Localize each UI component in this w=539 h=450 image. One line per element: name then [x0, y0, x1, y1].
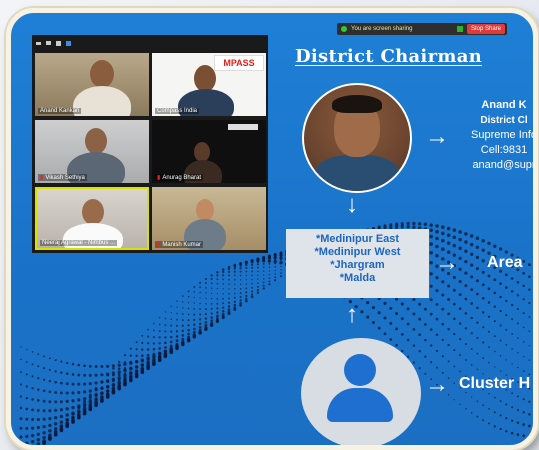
chairman-cell: Cell:9831 — [480, 144, 528, 156]
arrow-right-icon: → — [425, 123, 449, 150]
area-label: Area — [487, 254, 523, 271]
area-item: *Medinipur East — [315, 233, 400, 245]
gallery-toolbar — [32, 35, 272, 51]
area-item: *Medinipur West — [314, 246, 401, 258]
areas-box: *Medinipur East *Medinipur West *Jhargra… — [286, 229, 429, 298]
video-call-gallery: Anand Kankari MPASS Compass India ▮ Vikas… — [32, 35, 268, 253]
chairman-name: Anand K — [481, 99, 527, 111]
area-item: *Malda — [339, 272, 376, 284]
stop-share-button[interactable]: Stop Share — [466, 24, 505, 34]
muted-mic-icon: ▮ — [157, 175, 161, 181]
participant-name: Neeraj Agrawal - Nimbus ... — [40, 240, 118, 246]
sharing-status-icon — [341, 26, 347, 32]
arrow-down-icon: ↓ — [346, 191, 358, 218]
participant-name: Compass India — [155, 108, 200, 114]
participant-name: ▮ Vikash Sethiya — [38, 174, 87, 181]
area-item: *Jhargram — [330, 259, 385, 271]
video-tile[interactable]: MPASS Compass India — [152, 53, 266, 116]
slide-heading: District Chairman — [295, 46, 483, 67]
participant-name: ▮ Anurag Bharat — [155, 174, 204, 181]
chairman-details: Anand K District Cl Supreme Info Cell:98… — [471, 98, 538, 173]
pause-share-icon[interactable] — [456, 26, 463, 32]
chairman-role: District Cl — [480, 115, 528, 126]
speaker-view-icon[interactable] — [56, 40, 61, 46]
watermark-logo — [228, 124, 258, 130]
arrow-right-icon: → — [435, 249, 459, 276]
muted-mic-icon: ▮ — [40, 175, 44, 181]
video-tile[interactable]: Anand Kankari — [35, 53, 149, 116]
arrow-right-icon: → — [425, 371, 449, 398]
chairman-email: anand@supr — [472, 159, 536, 171]
sharing-notice: You are screen sharing — [351, 26, 413, 32]
participant-name: ▮ Manish Kumar — [155, 241, 203, 248]
company-logo: MPASS — [214, 55, 264, 71]
restore-icon[interactable] — [46, 41, 51, 45]
participant-name: Anand Kankari — [38, 108, 82, 114]
chairman-photo — [302, 83, 412, 193]
cluster-label: Cluster H — [459, 375, 531, 392]
gallery-view-icon[interactable] — [66, 40, 71, 46]
video-tile[interactable]: ▮ Anurag Bharat — [152, 120, 266, 183]
screen-sharing-bar: You are screen sharing Stop Share — [337, 23, 507, 35]
video-tile[interactable]: ▮ Manish Kumar — [152, 187, 266, 250]
muted-mic-icon: ▮ — [157, 242, 161, 248]
minimize-icon[interactable] — [36, 41, 41, 45]
cluster-head-avatar — [301, 338, 421, 445]
user-icon — [344, 354, 376, 386]
presentation-frame: You are screen sharing Stop Share Distri… — [6, 8, 538, 450]
video-tile[interactable]: ▮ Vikash Sethiya — [35, 120, 149, 183]
video-tile-active-speaker[interactable]: Neeraj Agrawal - Nimbus ... — [35, 187, 149, 250]
arrow-up-icon: ↑ — [346, 301, 358, 328]
chairman-company: Supreme Info — [471, 129, 538, 141]
